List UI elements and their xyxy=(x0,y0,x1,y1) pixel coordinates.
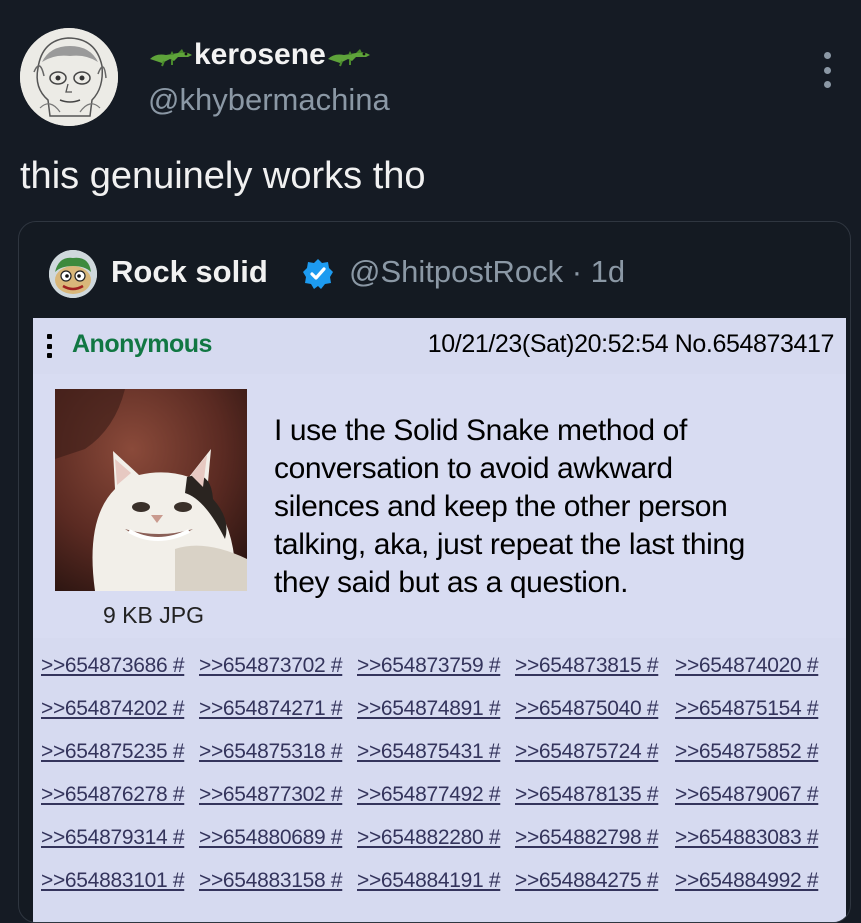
author-avatar[interactable] xyxy=(20,28,118,126)
reply-link: >>654875154 # xyxy=(675,697,819,720)
more-vertical-icon[interactable] xyxy=(820,52,834,88)
reply-link: >>654873759 # xyxy=(357,654,501,677)
comment-line: silences and keep the other person xyxy=(274,490,728,523)
comment-line: I use the Solid Snake method of xyxy=(274,414,687,447)
reply-link: >>654882798 # xyxy=(515,826,659,849)
reply-link: >>654873686 # xyxy=(41,654,185,677)
reply-link: >>654875040 # xyxy=(515,697,659,720)
embedded-post-screenshot: Anonymous 10/21/23(Sat)20:52:54 No.65487… xyxy=(33,318,846,922)
crocodile-emoji-icon xyxy=(150,49,192,67)
reply-backlinks: >>654873686 # >>654873702 # >>654873759 … xyxy=(33,638,846,922)
reply-link: >>654883083 # xyxy=(675,826,819,849)
reply-link: >>654873815 # xyxy=(515,654,659,677)
reply-link: >>654874271 # xyxy=(199,697,343,720)
reply-link: >>654875235 # xyxy=(41,740,185,763)
quoted-display-name[interactable]: Rock solid xyxy=(111,254,268,290)
reply-link: >>654883158 # xyxy=(199,869,343,892)
reply-link: >>654875724 # xyxy=(515,740,659,763)
reply-link: >>654875318 # xyxy=(199,740,343,763)
reply-link: >>654875852 # xyxy=(675,740,819,763)
reply-link: >>654880689 # xyxy=(199,826,343,849)
post-date-number: 10/21/23(Sat)20:52:54 No.654873417 xyxy=(427,330,835,358)
reply-link: >>654878135 # xyxy=(515,783,659,806)
reply-link: >>654876278 # xyxy=(41,783,185,806)
post-header: Anonymous 10/21/23(Sat)20:52:54 No.65487… xyxy=(33,318,846,374)
post-comment: I use the Solid Snake method of conversa… xyxy=(274,412,834,602)
reply-link: >>654873702 # xyxy=(199,654,343,677)
sketch-portrait-avatar-icon xyxy=(20,28,118,126)
reply-link: >>654884275 # xyxy=(515,869,659,892)
reply-link: >>654874891 # xyxy=(357,697,501,720)
author-display-name-text: kerosene xyxy=(194,38,326,71)
quoted-author-avatar[interactable] xyxy=(49,250,97,298)
author-display-name[interactable]: kerosene xyxy=(148,38,372,72)
quoted-tweet-card[interactable]: Rock solid @ShitpostRock · 1d Anonymous … xyxy=(18,221,851,923)
smiling-cat-thumbnail xyxy=(55,389,247,591)
reply-link: >>654883101 # xyxy=(41,869,185,892)
reply-link: >>654884191 # xyxy=(357,869,501,892)
cartoon-avatar-icon xyxy=(49,250,97,298)
reply-link: >>654877302 # xyxy=(199,783,343,806)
file-info: 9 KB JPG xyxy=(103,602,204,628)
reply-link: >>654879314 # xyxy=(41,826,185,849)
reply-link: >>654882280 # xyxy=(357,826,501,849)
comment-line: conversation to avoid awkward xyxy=(274,452,673,485)
post-body: 9 KB JPG I use the Solid Snake method of… xyxy=(33,374,846,638)
reply-link: >>654874202 # xyxy=(41,697,185,720)
verified-badge-icon xyxy=(303,259,333,289)
tweet-text: this genuinely works tho xyxy=(20,155,426,197)
reply-link: >>654879067 # xyxy=(675,783,819,806)
author-handle[interactable]: @khybermachina xyxy=(148,82,390,118)
post-menu-icon xyxy=(47,334,53,358)
crocodile-emoji-icon xyxy=(327,49,370,67)
reply-link: >>654877492 # xyxy=(357,783,501,806)
comment-line: they said but as a question. xyxy=(274,566,629,599)
reply-link: >>654875431 # xyxy=(357,740,501,763)
comment-line: talking, aka, just repeat the last thing xyxy=(274,528,745,561)
cat-image-icon xyxy=(55,389,247,591)
post-author-name: Anonymous xyxy=(72,330,212,358)
reply-link: >>654884992 # xyxy=(675,869,819,892)
quoted-handle-and-time[interactable]: @ShitpostRock · 1d xyxy=(349,254,625,290)
reply-link: >>654874020 # xyxy=(675,654,819,677)
